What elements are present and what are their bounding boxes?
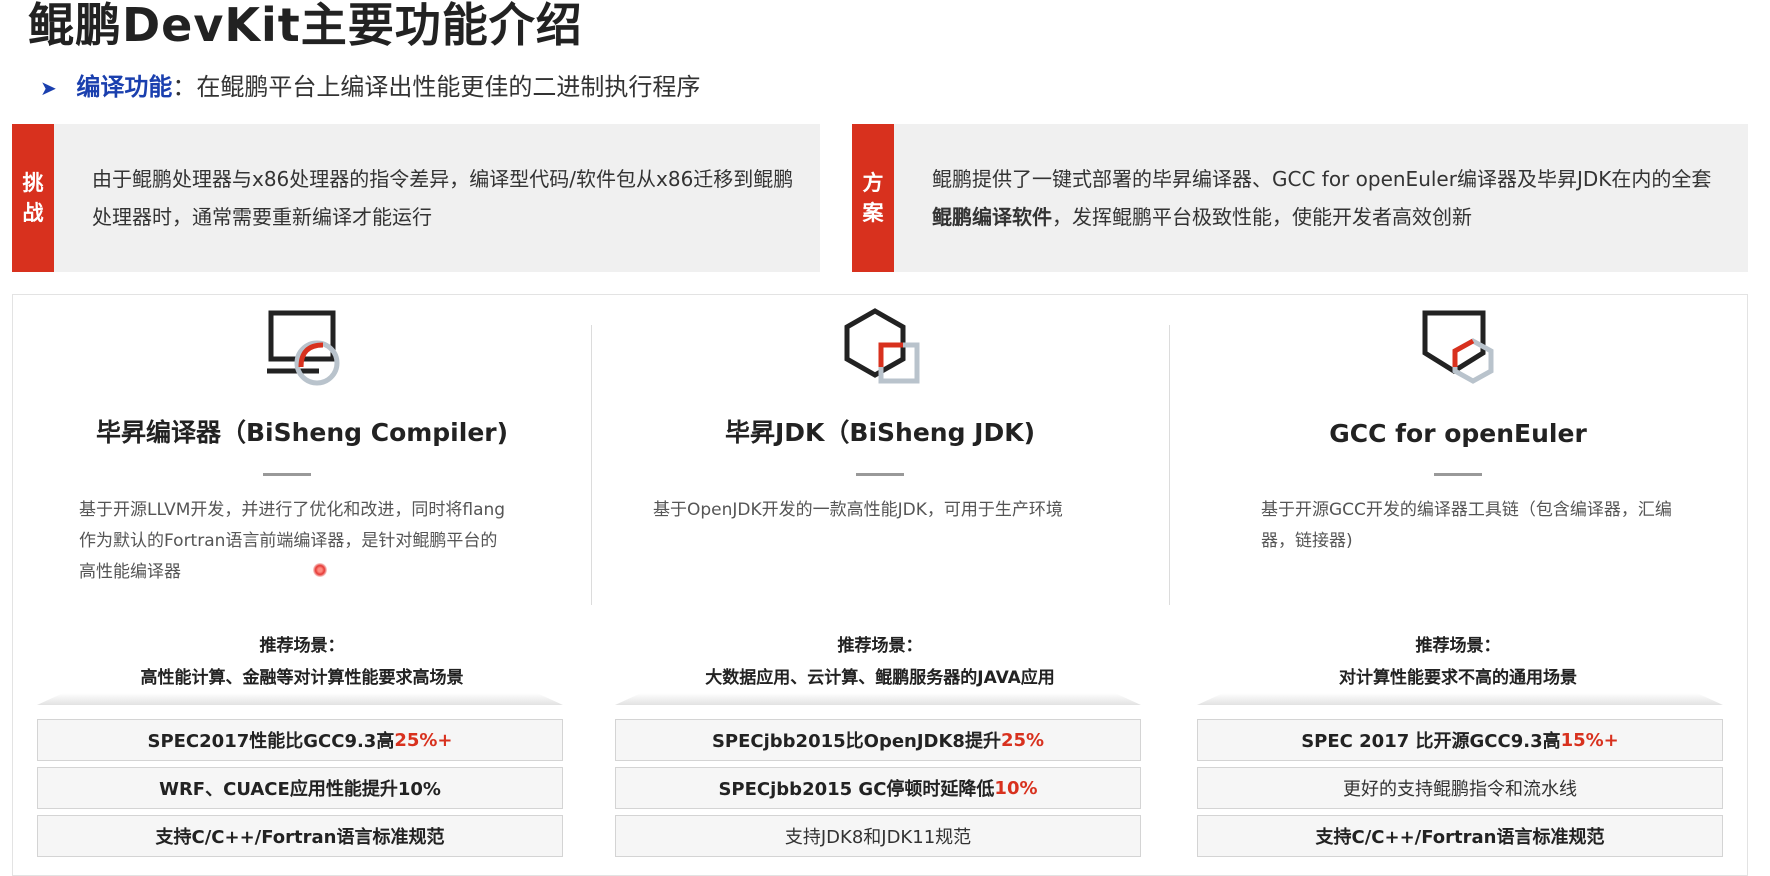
- product-description: 基于OpenJDK开发的一款高性能JDK，可用于生产环境: [653, 500, 1063, 520]
- feature-highlight: 10%: [994, 777, 1038, 799]
- solution-text-c: ，发挥鲲鹏平台极致性能，使能开发者高效创新: [1052, 205, 1472, 229]
- monitor-icon: [13, 305, 591, 395]
- hexagon-icon: [591, 305, 1169, 395]
- shelf-divider: [37, 693, 563, 705]
- product-title: 毕昇JDK（BiSheng JDK): [724, 418, 1036, 447]
- scene-label: 推荐场景：: [259, 636, 345, 656]
- solution-text: 鲲鹏提供了一键式部署的毕昇编译器、GCC for openEuler编译器及毕昇…: [932, 124, 1728, 272]
- scene-text: 大数据应用、云计算、鲲鹏服务器的JAVA应用: [705, 668, 1055, 688]
- feature-row: 支持C/C++/Fortran语言标准规范: [1197, 815, 1723, 857]
- subtitle-text: 在鲲鹏平台上编译出性能更佳的二进制执行程序: [196, 73, 701, 101]
- scene-label: 推荐场景：: [837, 636, 923, 656]
- feature-text: SPEC 2017 比开源GCC9.3高: [1301, 731, 1561, 752]
- solution-text-bold: 鲲鹏编译软件: [932, 205, 1052, 229]
- feature-row: 支持C/C++/Fortran语言标准规范: [37, 815, 563, 857]
- feature-row: WRF、CUACE应用性能提升10%: [37, 767, 563, 809]
- feature-row: SPEC 2017 比开源GCC9.3高 15%+: [1197, 719, 1723, 761]
- challenge-banner: 挑 战 由于鲲鹏处理器与x86处理器的指令差异，编译型代码/软件包从x86迁移到…: [12, 124, 820, 272]
- product-description: 基于开源GCC开发的编译器工具链（包含编译器，汇编器，链接器): [1261, 500, 1672, 551]
- feature-text: 更好的支持鲲鹏指令和流水线: [1343, 779, 1577, 800]
- feature-highlight: 25%: [1000, 729, 1045, 751]
- product-description: 基于开源LLVM开发，并进行了优化和改进，同时将flang作为默认的Fortra…: [79, 500, 506, 582]
- challenge-text: 由于鲲鹏处理器与x86处理器的指令差异，编译型代码/软件包从x86迁移到鲲鹏处理…: [92, 124, 800, 272]
- challenge-text-content: 由于鲲鹏处理器与x86处理器的指令差异，编译型代码/软件包从x86迁移到鲲鹏处理…: [92, 167, 794, 229]
- feature-text: 支持JDK8和JDK11规范: [784, 827, 972, 848]
- feature-highlight: 15%+: [1560, 729, 1619, 751]
- scene-label: 推荐场景：: [1415, 636, 1501, 656]
- section-subtitle: ➤ 编译功能：在鲲鹏平台上编译出性能更佳的二进制执行程序: [40, 70, 700, 105]
- title-underline: [856, 473, 904, 476]
- title-underline: [263, 473, 311, 476]
- product-title: GCC for openEuler: [1329, 419, 1587, 448]
- solution-tag: 方 案: [852, 124, 894, 272]
- feature-text: SPECjbb2015比OpenJDK8提升: [711, 731, 1001, 752]
- feature-row: 更好的支持鲲鹏指令和流水线: [1197, 767, 1723, 809]
- feature-row: SPECjbb2015比OpenJDK8提升 25%: [615, 719, 1141, 761]
- scene-text: 高性能计算、金融等对计算性能要求高场景: [140, 668, 464, 688]
- challenge-tag-char-2: 战: [22, 201, 44, 225]
- shelf-divider: [1197, 693, 1723, 705]
- feature-row: SPECjbb2015 GC停顿时延降低 10%: [615, 767, 1141, 809]
- page-title: 鲲鹏DevKit主要功能介绍: [28, 0, 583, 52]
- shield-icon: [1169, 305, 1747, 395]
- arrow-bullet-icon: ➤: [40, 76, 57, 100]
- feature-text: 支持C/C++/Fortran语言标准规范: [155, 827, 445, 848]
- feature-text: SPECjbb2015 GC停顿时延降低: [718, 779, 995, 800]
- solution-banner: 方 案 鲲鹏提供了一键式部署的毕昇编译器、GCC for openEuler编译…: [852, 124, 1748, 272]
- feature-row: 支持JDK8和JDK11规范: [615, 815, 1141, 857]
- feature-text: SPEC2017性能比GCC9.3高: [147, 731, 395, 752]
- challenge-tag: 挑 战: [12, 124, 54, 272]
- feature-text: 支持C/C++/Fortran语言标准规范: [1315, 827, 1605, 848]
- feature-text: WRF、CUACE应用性能提升10%: [159, 779, 441, 800]
- product-column-bisheng-compiler: 毕昇编译器（BiSheng Compiler) 基于开源LLVM开发，并进行了优…: [13, 295, 591, 875]
- solution-text-a: 鲲鹏提供了一键式部署的毕昇编译器、GCC for openEuler编译器及毕昇…: [932, 167, 1712, 191]
- challenge-tag-char-1: 挑: [22, 171, 44, 195]
- subtitle-label: 编译功能: [76, 73, 173, 101]
- laser-pointer-dot: [313, 563, 327, 577]
- subtitle-separator: ：: [172, 73, 197, 101]
- scene-text: 对计算性能要求不高的通用场景: [1339, 668, 1577, 688]
- feature-highlight: 25%+: [394, 729, 453, 751]
- solution-tag-char-1: 方: [862, 171, 884, 195]
- title-underline: [1434, 473, 1482, 476]
- product-title: 毕昇编译器（BiSheng Compiler): [95, 418, 509, 447]
- products-panel: 毕昇编译器（BiSheng Compiler) 基于开源LLVM开发，并进行了优…: [12, 294, 1748, 876]
- product-column-bisheng-jdk: 毕昇JDK（BiSheng JDK) 基于OpenJDK开发的一款高性能JDK，…: [591, 295, 1169, 875]
- feature-row: SPEC2017性能比GCC9.3高 25%+: [37, 719, 563, 761]
- product-column-gcc-openeuler: GCC for openEuler 基于开源GCC开发的编译器工具链（包含编译器…: [1169, 295, 1747, 875]
- solution-tag-char-2: 案: [862, 201, 884, 225]
- shelf-divider: [615, 693, 1141, 705]
